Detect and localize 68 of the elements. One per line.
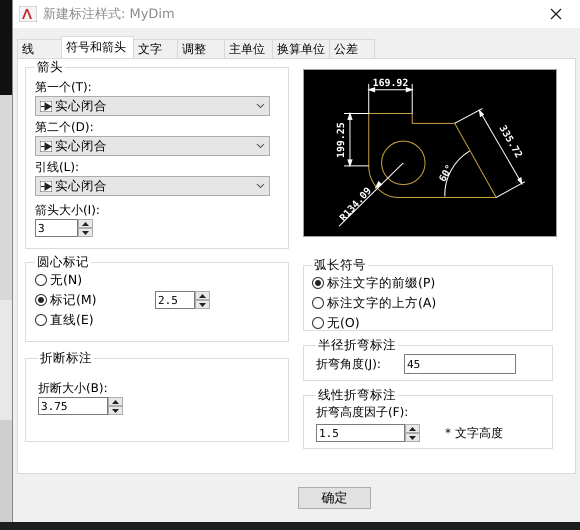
dimension-label: 199.25 xyxy=(336,122,348,158)
closed-arrow-icon xyxy=(40,140,52,152)
spin-down-button[interactable] xyxy=(404,433,420,442)
ok-button[interactable]: 确定 xyxy=(298,487,371,509)
group-title: 线性折弯标注 xyxy=(316,387,397,404)
down-triangle-icon xyxy=(82,230,89,234)
field-label: 折断大小(B): xyxy=(38,380,109,397)
option-label: 直线(E) xyxy=(50,312,94,328)
down-triangle-icon xyxy=(408,436,416,440)
dropdown[interactable]: 实心闭合 xyxy=(34,136,270,156)
group-title: 箭头 xyxy=(36,59,64,76)
spin-up-button[interactable] xyxy=(78,219,93,228)
group-title: 半径折弯标注 xyxy=(316,337,397,354)
field-label: 第一个(T): xyxy=(34,79,93,96)
up-triangle-icon xyxy=(82,222,89,226)
radio-button[interactable] xyxy=(34,294,47,306)
radio-button[interactable] xyxy=(34,274,47,286)
chevron-down-icon xyxy=(256,143,265,149)
tab[interactable]: 线 xyxy=(16,39,62,58)
radio-button[interactable] xyxy=(312,297,324,309)
down-triangle-icon xyxy=(198,302,206,306)
spin-up-button[interactable] xyxy=(194,291,210,300)
tab[interactable]: 换算单位 xyxy=(272,39,330,58)
field-label: 箭头大小(I): xyxy=(34,202,101,219)
number-field[interactable]: 2.5 xyxy=(154,291,195,309)
radio-button[interactable] xyxy=(312,277,324,289)
closed-arrow-icon xyxy=(40,180,52,192)
number-field[interactable]: 1.5 xyxy=(316,424,405,442)
dimension-label: 169.92 xyxy=(372,78,408,89)
up-triangle-icon xyxy=(408,426,416,430)
down-triangle-icon xyxy=(112,408,119,412)
closed-arrow-icon xyxy=(40,100,52,112)
radio-button[interactable] xyxy=(312,317,324,329)
dropdown[interactable]: 实心闭合 xyxy=(34,96,270,116)
tab[interactable]: 主单位 xyxy=(224,39,273,58)
input-field[interactable]: 45 xyxy=(404,354,516,374)
number-field[interactable]: 3.75 xyxy=(38,397,108,415)
field-label: 折弯角度(J): xyxy=(316,356,382,372)
dropdown[interactable]: 实心闭合 xyxy=(34,176,270,196)
dimension-label: 60° xyxy=(437,163,456,184)
tab[interactable]: 公差 xyxy=(328,39,375,58)
group-title: 圆心标记 xyxy=(36,254,90,271)
spin-down-button[interactable] xyxy=(194,300,210,309)
radio-button[interactable] xyxy=(34,314,47,326)
tab[interactable]: 符号和箭头 xyxy=(60,36,134,58)
spin-up-button[interactable] xyxy=(404,424,420,433)
field-label: 折弯高度因子(F): xyxy=(316,404,410,421)
field-label: 引线(L): xyxy=(34,159,80,176)
chevron-down-icon xyxy=(256,103,265,109)
option-label: 无(N) xyxy=(50,272,82,288)
field-label: 第二个(D): xyxy=(34,119,95,136)
window-title: 新建标注样式: MyDim xyxy=(42,6,176,23)
option-label: 标记(M) xyxy=(50,292,97,308)
spin-down-button[interactable] xyxy=(78,228,93,237)
option-label: 无(O) xyxy=(326,314,360,332)
group-title: 折断标注 xyxy=(38,350,93,367)
unit-label: * 文字高度 xyxy=(444,424,503,442)
option-label: 标注文字的上方(A) xyxy=(326,294,436,312)
spin-down-button[interactable] xyxy=(108,406,123,415)
close-icon xyxy=(550,8,562,20)
up-triangle-icon xyxy=(112,400,119,404)
chevron-down-icon xyxy=(256,183,265,189)
app-icon xyxy=(18,6,37,22)
group-title: 弧长符号 xyxy=(312,257,367,274)
up-triangle-icon xyxy=(198,294,206,298)
number-field[interactable]: 3 xyxy=(34,219,78,237)
option-label: 标注文字的前缀(P) xyxy=(326,274,436,292)
spin-up-button[interactable] xyxy=(108,397,123,406)
